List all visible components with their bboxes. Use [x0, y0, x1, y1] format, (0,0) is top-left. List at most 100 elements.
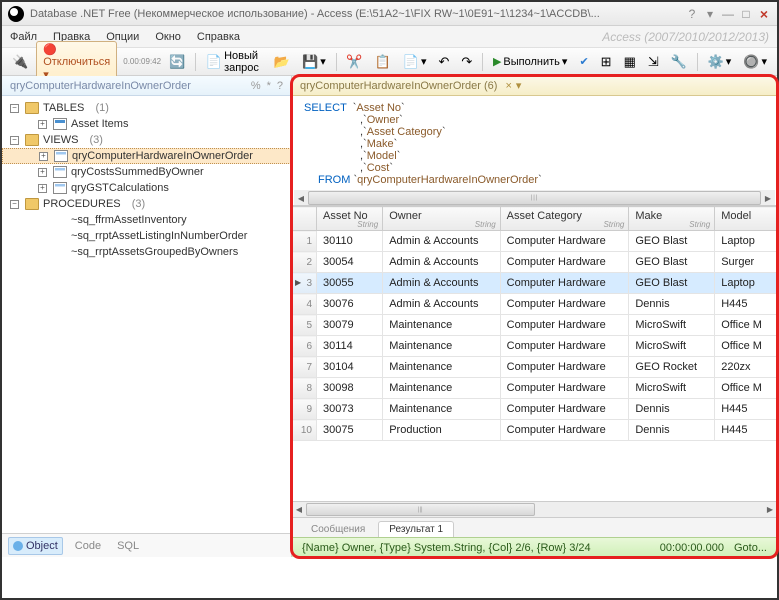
table-row[interactable]: 830098MaintenanceComputer HardwareMicroS… [293, 378, 777, 399]
tree-table-item[interactable]: + Asset Items [2, 116, 291, 132]
cell[interactable]: Computer Hardware [500, 273, 629, 294]
cell[interactable]: Office M [715, 378, 777, 399]
cell[interactable]: Admin & Accounts [383, 273, 500, 294]
cell[interactable]: Computer Hardware [500, 420, 629, 441]
cell[interactable]: 220zx [715, 357, 777, 378]
cell[interactable]: MicroSwift [629, 315, 715, 336]
table-row[interactable]: 330055Admin & AccountsComputer HardwareG… [293, 273, 777, 294]
undo-icon[interactable]: ↶ [435, 51, 454, 73]
cut-icon[interactable]: ✂️ [342, 51, 366, 73]
cell[interactable]: 30076 [317, 294, 383, 315]
cell[interactable]: Dennis [629, 399, 715, 420]
col-header[interactable]: Asset CategoryString [500, 207, 629, 231]
sbtab-object[interactable]: Object [8, 537, 63, 555]
check-icon[interactable]: ✔ [575, 51, 592, 73]
redo-icon[interactable]: ↷ [457, 51, 476, 73]
cell[interactable]: Admin & Accounts [383, 252, 500, 273]
cell[interactable]: Computer Hardware [500, 357, 629, 378]
help-icon[interactable]: ? [685, 7, 699, 21]
cell[interactable]: Maintenance [383, 378, 500, 399]
tree-views[interactable]: − VIEWS (3) [2, 132, 291, 148]
cell[interactable]: 30073 [317, 399, 383, 420]
col-header[interactable]: MakeString [629, 207, 715, 231]
execute-button[interactable]: ▶ Выполнить ▾ [489, 51, 571, 73]
tree-proc-item[interactable]: ~sq_rrptAssetListingInNumberOrder [2, 228, 291, 244]
table-row[interactable]: 130110Admin & AccountsComputer HardwareG… [293, 231, 777, 252]
cell[interactable]: Office M [715, 315, 777, 336]
export-icon[interactable]: ⇲ [644, 51, 663, 73]
cell[interactable]: 30079 [317, 315, 383, 336]
grid-icon[interactable]: ⊞ [597, 51, 616, 73]
tree-view-costs[interactable]: + qryCostsSummedByOwner [2, 164, 291, 180]
cell[interactable]: GEO Rocket [629, 357, 715, 378]
sbtab-code[interactable]: Code [71, 538, 105, 554]
form-icon[interactable]: ▦ [620, 51, 640, 73]
cell[interactable]: Computer Hardware [500, 336, 629, 357]
cell[interactable]: Computer Hardware [500, 231, 629, 252]
dropdown-icon[interactable]: ▾ [703, 7, 717, 21]
refresh-icon[interactable]: 🔄 [165, 51, 189, 73]
copy-icon[interactable]: 📋 [371, 51, 395, 73]
tree-procedures[interactable]: − PROCEDURES (3) [2, 196, 291, 212]
cell[interactable]: GEO Blast [629, 252, 715, 273]
cell[interactable]: H445 [715, 399, 777, 420]
menu-file[interactable]: Файл [10, 31, 37, 43]
new-query-button[interactable]: 📄Новый запрос [202, 51, 266, 73]
cell[interactable]: Admin & Accounts [383, 294, 500, 315]
cell[interactable]: Computer Hardware [500, 399, 629, 420]
cell[interactable]: MicroSwift [629, 336, 715, 357]
save-icon[interactable]: 💾▾ [298, 51, 330, 73]
cell[interactable]: Office M [715, 336, 777, 357]
grid-hscrollbar[interactable]: ◀▶ [292, 501, 777, 517]
tree-tables[interactable]: − TABLES (1) [2, 100, 291, 116]
open-icon[interactable]: 📂 [270, 51, 294, 73]
table-row[interactable]: 530079MaintenanceComputer HardwareMicroS… [293, 315, 777, 336]
sql-hscrollbar[interactable]: ◀▶ [294, 190, 775, 206]
cell[interactable]: MicroSwift [629, 378, 715, 399]
result-tab-result1[interactable]: Результат 1 [378, 521, 454, 537]
sbtab-sql[interactable]: SQL [113, 538, 143, 554]
cell[interactable]: 30110 [317, 231, 383, 252]
cell[interactable]: Production [383, 420, 500, 441]
cell[interactable]: Dennis [629, 294, 715, 315]
cell[interactable]: 30075 [317, 420, 383, 441]
cell[interactable]: Laptop [715, 273, 777, 294]
cell[interactable]: Admin & Accounts [383, 231, 500, 252]
col-header[interactable]: Asset NoString [317, 207, 383, 231]
cell[interactable]: Dennis [629, 420, 715, 441]
sidebar-tab[interactable]: qryComputerHardwareInOwnerOrder % * ? [2, 76, 291, 96]
table-row[interactable]: 630114MaintenanceComputer HardwareMicroS… [293, 336, 777, 357]
col-header[interactable]: OwnerString [383, 207, 500, 231]
tree-proc-item[interactable]: ~sq_rrptAssetsGroupedByOwners [2, 244, 291, 260]
col-header[interactable]: Model [715, 207, 777, 231]
minimize-button[interactable]: — [721, 7, 735, 21]
cell[interactable]: Computer Hardware [500, 378, 629, 399]
table-row[interactable]: 930073MaintenanceComputer HardwareDennis… [293, 399, 777, 420]
paste-icon[interactable]: 📄▾ [399, 51, 431, 73]
cell[interactable]: Computer Hardware [500, 315, 629, 336]
cell[interactable]: 30104 [317, 357, 383, 378]
cell[interactable]: 30114 [317, 336, 383, 357]
table-row[interactable]: 730104MaintenanceComputer HardwareGEO Ro… [293, 357, 777, 378]
query-tab-dropdown-icon[interactable]: ▾ [516, 79, 522, 92]
cell[interactable]: Maintenance [383, 336, 500, 357]
cell[interactable]: H445 [715, 294, 777, 315]
cell[interactable]: Laptop [715, 231, 777, 252]
table-row[interactable]: 1030075ProductionComputer HardwareDennis… [293, 420, 777, 441]
tree-view-hardware[interactable]: + qryComputerHardwareInOwnerOrder [2, 148, 291, 164]
table-row[interactable]: 430076Admin & AccountsComputer HardwareD… [293, 294, 777, 315]
cell[interactable]: Maintenance [383, 357, 500, 378]
cell[interactable]: Computer Hardware [500, 252, 629, 273]
cell[interactable]: Maintenance [383, 399, 500, 420]
tab-action-pct[interactable]: % [251, 80, 261, 92]
connect-icon[interactable]: 🔌 [8, 51, 32, 73]
cell[interactable]: GEO Blast [629, 231, 715, 252]
result-tab-messages[interactable]: Сообщения [300, 521, 376, 537]
cell[interactable]: 30098 [317, 378, 383, 399]
cell[interactable]: 30055 [317, 273, 383, 294]
menu-help[interactable]: Справка [197, 31, 240, 43]
close-button[interactable]: × [757, 7, 771, 21]
result-grid[interactable]: Asset NoStringOwnerStringAsset CategoryS… [292, 206, 777, 501]
maximize-button[interactable]: □ [739, 7, 753, 21]
settings-icon[interactable]: ⚙️▾ [704, 51, 736, 73]
